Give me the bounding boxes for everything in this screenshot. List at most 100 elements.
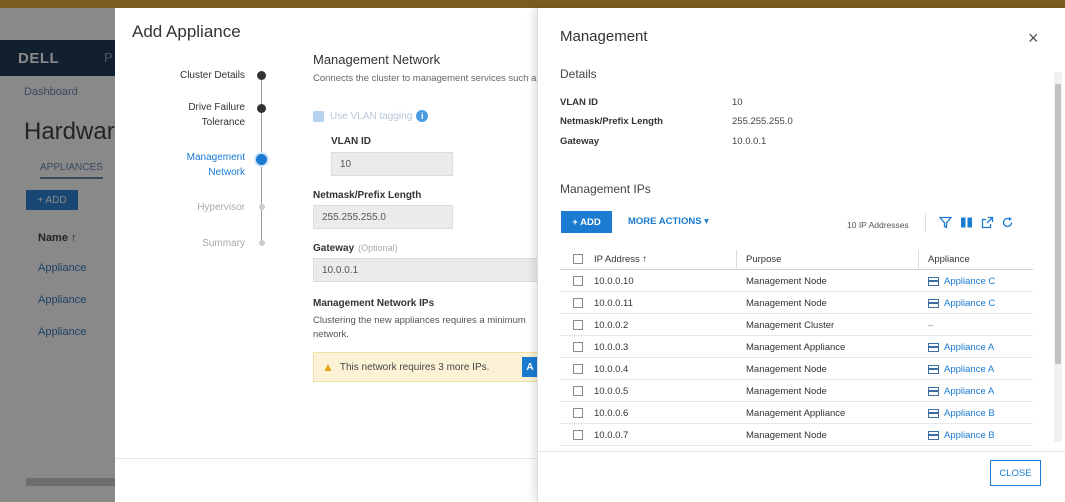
- table-row[interactable]: 10.0.0.10 Management Node Appliance C: [560, 270, 1033, 292]
- netmask-label: Netmask/Prefix Length: [313, 190, 422, 201]
- vlan-tagging-checkbox[interactable]: [313, 110, 324, 122]
- vlan-id-label: VLAN ID: [331, 136, 371, 147]
- details-heading: Details: [560, 67, 597, 81]
- row-checkbox[interactable]: [573, 408, 583, 418]
- appliance-link[interactable]: Appliance A: [928, 386, 994, 397]
- appliance-link[interactable]: Appliance B: [928, 408, 995, 419]
- close-icon[interactable]: ×: [1028, 28, 1039, 49]
- row-checkbox[interactable]: [573, 342, 583, 352]
- row-checkbox[interactable]: [573, 276, 583, 286]
- export-icon[interactable]: [980, 215, 994, 229]
- management-ips-heading: Management IPs: [560, 182, 651, 196]
- warning-action-button[interactable]: A: [522, 357, 538, 377]
- table-row[interactable]: 10.0.0.4 Management Node Appliance A: [560, 358, 1033, 380]
- column-header-appliance[interactable]: Appliance: [928, 254, 970, 265]
- appliance-link-text[interactable]: Appliance B: [944, 408, 995, 419]
- dialog-footer-divider: [115, 458, 535, 459]
- purpose-cell: Management Node: [746, 386, 827, 397]
- step-hypervisor: Hypervisor: [197, 202, 245, 213]
- appliance-link-text[interactable]: Appliance C: [944, 276, 995, 287]
- table-row[interactable]: 10.0.0.2 Management Cluster –: [560, 314, 1033, 336]
- ip-address-cell: 10.0.0.5: [594, 386, 629, 397]
- info-icon[interactable]: i: [416, 110, 429, 122]
- management-ips-description: Clustering the new appliances requires a…: [313, 314, 539, 342]
- warning-icon: ▲: [322, 360, 334, 374]
- step-dot-complete: [257, 104, 266, 113]
- appliance-link-text[interactable]: Appliance C: [944, 298, 995, 309]
- management-ips-title: Management Network IPs: [313, 298, 435, 309]
- purpose-cell: Management Node: [746, 430, 827, 441]
- row-checkbox[interactable]: [573, 364, 583, 374]
- appliance-link[interactable]: Appliance C: [928, 298, 995, 309]
- detail-value-gateway: 10.0.0.1: [732, 136, 767, 147]
- step-dot-pending: [259, 240, 265, 246]
- purpose-cell: Management Node: [746, 298, 827, 309]
- appliance-icon: [928, 343, 939, 352]
- ip-address-cell: 10.0.0.7: [594, 430, 629, 441]
- add-ip-button[interactable]: + ADD: [561, 211, 612, 233]
- column-divider: [736, 250, 737, 268]
- step-cluster-details[interactable]: Cluster Details: [135, 68, 245, 83]
- row-checkbox[interactable]: [573, 298, 583, 308]
- ip-address-cell: 10.0.0.2: [594, 320, 629, 331]
- vertical-scrollbar-thumb[interactable]: [1055, 84, 1061, 364]
- table-row[interactable]: 10.0.0.6 Management Appliance Appliance B: [560, 402, 1033, 424]
- table-row[interactable]: 10.0.0.3 Management Appliance Appliance A: [560, 336, 1033, 358]
- row-checkbox[interactable]: [573, 320, 583, 330]
- ip-address-cell: 10.0.0.11: [594, 298, 633, 309]
- row-checkbox[interactable]: [573, 386, 583, 396]
- panel-footer-divider: [538, 451, 1065, 452]
- appliance-link[interactable]: Appliance A: [928, 364, 994, 375]
- close-button[interactable]: CLOSE: [990, 460, 1041, 486]
- appliance-link-text[interactable]: Appliance A: [944, 342, 994, 353]
- gateway-optional-text: (Optional): [358, 243, 398, 253]
- table-row[interactable]: 10.0.0.5 Management Node Appliance A: [560, 380, 1033, 402]
- vlan-id-input[interactable]: 10: [331, 152, 453, 176]
- step-drive-failure-tolerance[interactable]: Drive Failure Tolerance: [135, 100, 245, 130]
- purpose-cell: Management Appliance: [746, 408, 846, 419]
- purpose-cell: Management Appliance: [746, 342, 846, 353]
- detail-value-netmask: 255.255.255.0: [732, 116, 793, 127]
- netmask-input[interactable]: 255.255.255.0: [313, 205, 453, 229]
- wizard-steps: Cluster Details Drive Failure Tolerance …: [135, 64, 267, 264]
- appliance-link-text[interactable]: Appliance B: [944, 430, 995, 441]
- appliance-cell-empty: –: [928, 320, 934, 331]
- purpose-cell: Management Node: [746, 276, 827, 287]
- refresh-icon[interactable]: [1000, 215, 1014, 229]
- appliance-link-text[interactable]: Appliance A: [944, 364, 994, 375]
- appliance-link[interactable]: Appliance A: [928, 342, 994, 353]
- column-header-purpose[interactable]: Purpose: [746, 254, 781, 265]
- ip-address-cell: 10.0.0.6: [594, 408, 629, 419]
- filter-icon[interactable]: [938, 215, 952, 229]
- dialog-title: Add Appliance: [132, 22, 241, 41]
- toolbar-divider: [925, 214, 926, 232]
- detail-value-vlan-id: 10: [732, 97, 743, 108]
- form-title: Management Network: [313, 52, 441, 67]
- vlan-tagging-label: Use VLAN tagging: [330, 110, 413, 122]
- step-dot-active: [256, 154, 267, 165]
- appliance-icon: [928, 365, 939, 374]
- purpose-cell: Management Cluster: [746, 320, 835, 331]
- step-management-network[interactable]: Management Network: [135, 150, 245, 180]
- table-header-row: IP Address ↑ Purpose Appliance: [560, 248, 1033, 270]
- appliance-link-text[interactable]: Appliance A: [944, 386, 994, 397]
- select-all-checkbox[interactable]: [573, 254, 583, 264]
- gateway-input[interactable]: 10.0.0.1: [313, 258, 539, 282]
- appliance-icon: [928, 409, 939, 418]
- vlan-tagging-row: Use VLAN tagging i: [313, 110, 429, 122]
- ip-warning-banner: ▲ This network requires 3 more IPs. A: [313, 352, 539, 382]
- appliance-link[interactable]: Appliance C: [928, 276, 995, 287]
- detail-key-vlan-id: VLAN ID: [560, 97, 598, 108]
- column-header-ip-address[interactable]: IP Address ↑: [594, 254, 647, 265]
- table-row[interactable]: 10.0.0.11 Management Node Appliance C: [560, 292, 1033, 314]
- appliance-link[interactable]: Appliance B: [928, 430, 995, 441]
- columns-icon[interactable]: [959, 215, 973, 229]
- panel-title: Management: [560, 28, 648, 45]
- ips-desc-line-2: network.: [313, 329, 349, 340]
- more-actions-button[interactable]: MORE ACTIONS ▾: [628, 216, 709, 227]
- management-panel: Management × Details VLAN ID 10 Netmask/…: [537, 8, 1065, 502]
- ips-desc-line-1: Clustering the new appliances requires a…: [313, 315, 526, 326]
- table-row[interactable]: 10.0.0.7 Management Node Appliance B: [560, 424, 1033, 446]
- step-dot-complete: [257, 71, 266, 80]
- row-checkbox[interactable]: [573, 430, 583, 440]
